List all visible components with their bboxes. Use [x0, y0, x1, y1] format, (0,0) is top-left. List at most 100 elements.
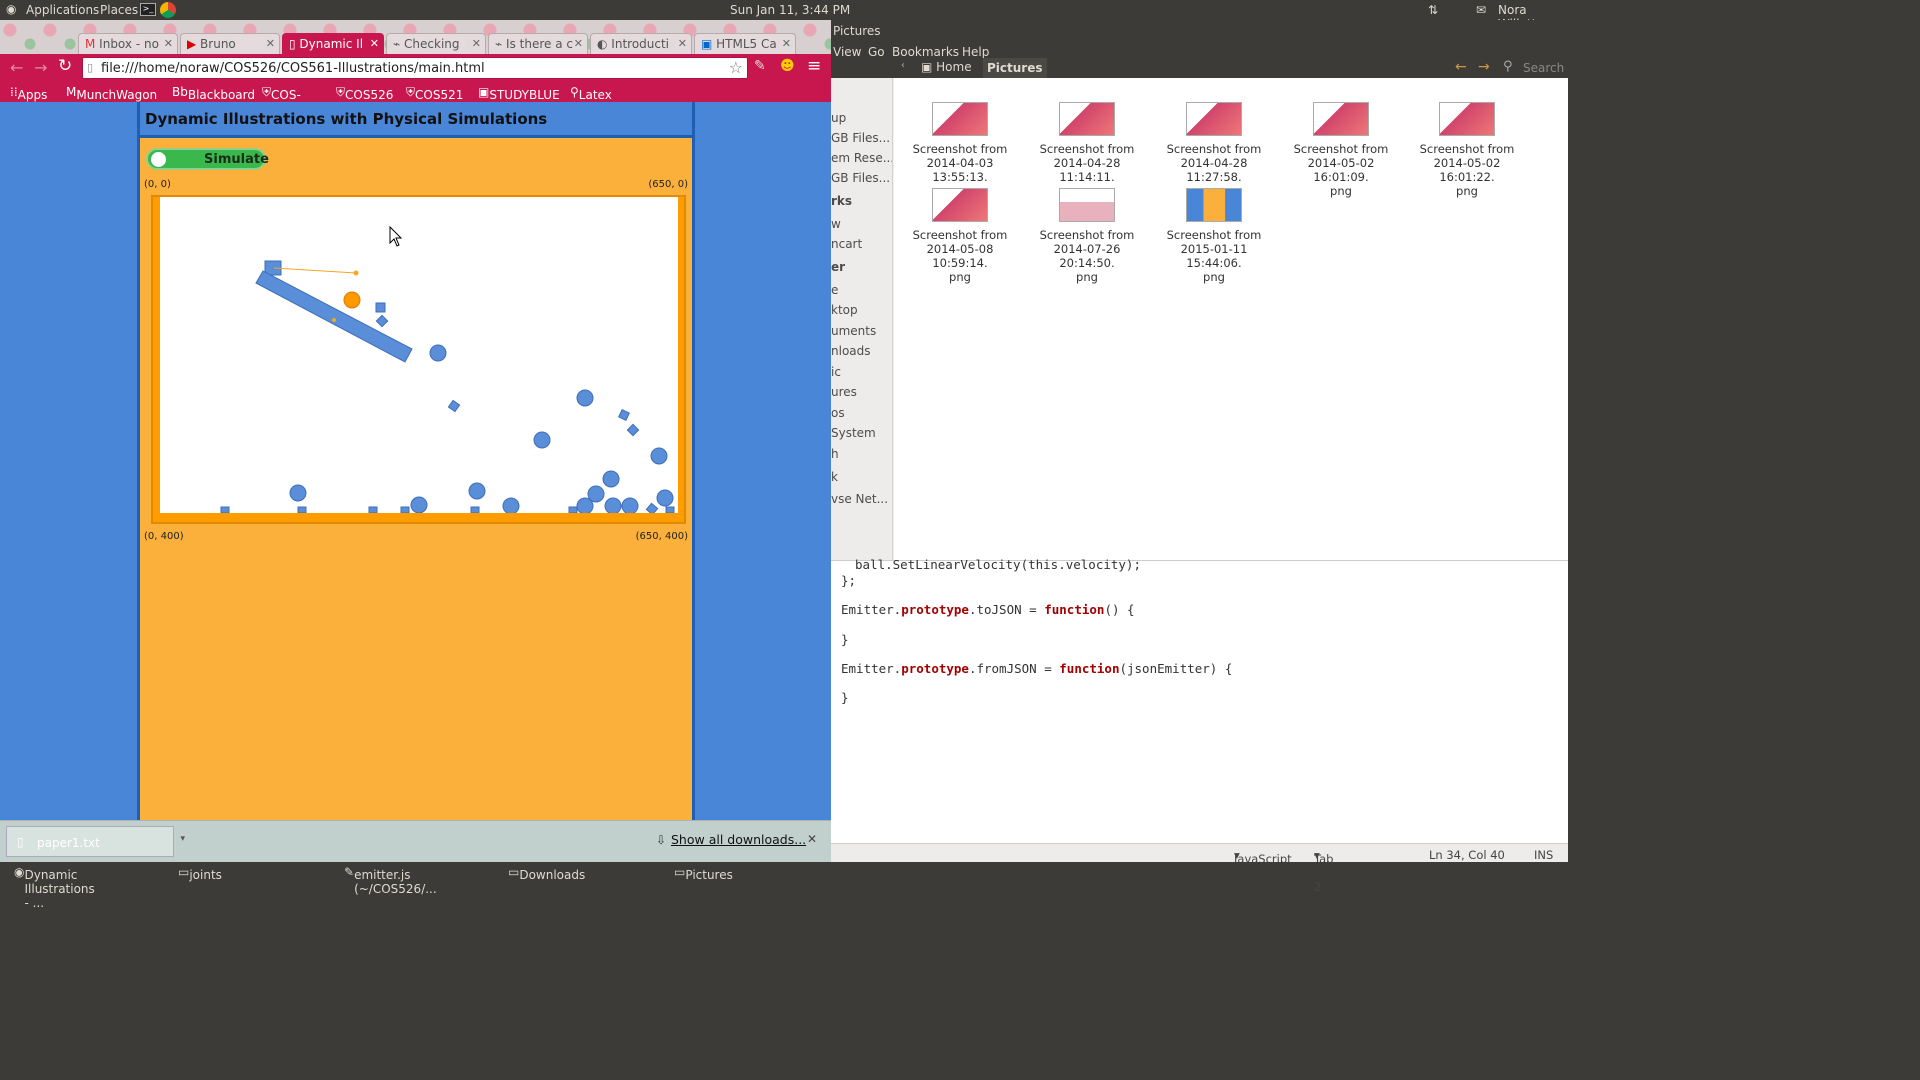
file-item[interactable]: Screenshot from 2014-05-08 10:59:14. png: [905, 188, 1015, 284]
file-item[interactable]: Screenshot from2014-04-28 11:14:11.png: [1032, 102, 1142, 198]
menu-help[interactable]: Help: [962, 45, 989, 59]
emitter-ball: [343, 291, 361, 309]
sidebar-item[interactable]: ures: [831, 385, 857, 399]
chevron-left-icon[interactable]: ‹: [901, 60, 905, 71]
sidebar-item[interactable]: em Rese...: [831, 151, 892, 165]
tab-is-there[interactable]: ⌁ Is there a c ✕: [488, 33, 588, 54]
code-editor[interactable]: ball.SetLinearVelocity(this.velocity); }…: [831, 557, 1568, 894]
reload-icon[interactable]: ↻: [58, 56, 72, 76]
language-selector[interactable]: JavaScript ▾: [1234, 848, 1292, 866]
bookmark-cos526[interactable]: ⛨ COS526: [336, 85, 393, 102]
messages-icon[interactable]: ✉: [1476, 3, 1486, 17]
extension-emoji-icon[interactable]: ☻: [780, 58, 795, 74]
toggle-knob[interactable]: [151, 152, 166, 167]
sidebar-item[interactable]: ktop: [831, 303, 858, 317]
search-icon[interactable]: ⚲: [1503, 59, 1513, 74]
terminal-icon[interactable]: >_: [140, 3, 156, 16]
bookmark-studyblue[interactable]: ▣ STUDYBLUE: [478, 85, 560, 102]
bookmark-apps[interactable]: ⁞⁞ Apps: [10, 85, 47, 102]
close-icon[interactable]: ✕: [782, 37, 791, 50]
tab-introduction[interactable]: ◐ Introducti ✕: [590, 33, 692, 54]
top-panel: ◉ Applications Places >_ Sun Jan 11, 3:4…: [0, 0, 1568, 31]
clock[interactable]: Sun Jan 11, 3:44 PM: [730, 3, 850, 17]
close-icon[interactable]: ✕: [472, 37, 481, 50]
address-bar[interactable]: ▯ file:///home/noraw/COS526/COS561-Illus…: [82, 57, 748, 79]
tab-dynamic-illustrations[interactable]: ▯ Dynamic Il ✕: [282, 33, 384, 54]
sidebar-item[interactable]: GB Files...: [831, 171, 890, 185]
file-item[interactable]: Screenshot from2014-04-03 13:55:13.png: [905, 102, 1015, 198]
image-thumbnail: [932, 102, 988, 136]
file-item[interactable]: Screenshot from 2014-05-02 16:01:22. png: [1412, 102, 1522, 198]
sidebar-item[interactable]: vse Net...: [831, 492, 888, 506]
path-bar: ‹ ▣ Home Pictures ← → ⚲ Search: [893, 58, 1568, 78]
close-icon[interactable]: ✕: [164, 37, 173, 50]
file-item[interactable]: Screenshot from 2014-07-26 20:14:50. png: [1032, 188, 1142, 284]
taskbar-item-downloads[interactable]: ▭ Downloads: [508, 865, 585, 882]
tab-html5[interactable]: ▣ HTML5 Ca ✕: [694, 33, 796, 54]
star-icon[interactable]: ☆: [729, 58, 743, 77]
taskbar-item-emitter[interactable]: ✎ emitter.js (~/COS526/...: [344, 865, 437, 896]
bookmark-cos521[interactable]: ⛨ COS521: [406, 85, 463, 102]
network-icon[interactable]: ⇅: [1428, 3, 1438, 17]
sidebar-item[interactable]: h: [831, 447, 839, 461]
menu-bookmarks[interactable]: Bookmarks: [892, 45, 959, 59]
taskbar-item-chrome[interactable]: ◉ Dynamic Illustrations - ...: [14, 865, 95, 910]
tab-width-selector[interactable]: Tab Width: 2 ▾: [1314, 848, 1351, 894]
file-item[interactable]: Screenshot from 2015-01-11 15:44:06. png: [1159, 188, 1269, 284]
extension-icon[interactable]: ✎: [754, 58, 766, 74]
bookmark-cos-561[interactable]: ⛨ COS-561: [262, 85, 301, 116]
file-item[interactable]: Screenshot from 2014-05-02 16:01:09. png: [1286, 102, 1396, 198]
ubuntu-logo-icon[interactable]: ◉: [6, 2, 16, 16]
nav-back-icon[interactable]: ←: [1455, 59, 1467, 75]
sidebar-item[interactable]: w: [831, 217, 841, 231]
sidebar-item[interactable]: os: [831, 406, 845, 420]
close-icon[interactable]: ✕: [370, 37, 379, 50]
nav-forward-icon[interactable]: →: [1478, 59, 1490, 75]
sidebar-item[interactable]: up: [831, 111, 846, 125]
sidebar-item[interactable]: nloads: [831, 344, 871, 358]
small-box: [375, 314, 389, 328]
ball: [289, 484, 307, 502]
bookmark-blackboard[interactable]: Bb Blackboard: [172, 85, 255, 102]
chrome-launcher-icon[interactable]: [160, 2, 176, 18]
small-box: [665, 506, 675, 514]
bookmark-munchwagon[interactable]: M MunchWagon: [66, 85, 157, 102]
tab-inbox[interactable]: M Inbox - no ✕: [78, 33, 178, 54]
sidebar-item[interactable]: GB Files...: [831, 131, 890, 145]
path-home[interactable]: ▣ Home: [921, 60, 979, 78]
close-icon[interactable]: ✕: [678, 37, 687, 50]
menu-view[interactable]: View: [833, 45, 861, 59]
sidebar-item[interactable]: k: [831, 470, 838, 484]
back-icon[interactable]: ←: [10, 58, 23, 77]
sidebar-item[interactable]: uments: [831, 324, 876, 338]
forward-icon[interactable]: →: [34, 58, 47, 77]
simulate-toggle[interactable]: Simulate: [146, 148, 269, 170]
close-icon[interactable]: ✕: [574, 37, 583, 50]
sidebar-item[interactable]: System: [831, 426, 876, 440]
file-item[interactable]: Screenshot from2014-04-28 11:27:58.png: [1159, 102, 1269, 198]
chevron-down-icon[interactable]: ▾: [180, 834, 185, 844]
places-menu[interactable]: Places: [100, 3, 138, 17]
taskbar-item-pictures[interactable]: ▭ Pictures: [674, 865, 733, 882]
sidebar-item[interactable]: e: [831, 283, 838, 297]
menu-icon[interactable]: ≡: [807, 56, 821, 76]
menu-go[interactable]: Go: [868, 45, 885, 59]
ball: [429, 344, 447, 362]
tab-checking[interactable]: ⌁ Checking ✕: [386, 33, 486, 54]
sidebar-item[interactable]: ncart: [831, 237, 862, 251]
close-icon[interactable]: ✕: [807, 832, 817, 846]
bookmark-latex[interactable]: ⚲ Latex: [570, 85, 612, 102]
close-icon[interactable]: ✕: [266, 37, 275, 50]
search-input[interactable]: Search: [1523, 61, 1564, 75]
ball: [576, 389, 594, 407]
simulation-canvas[interactable]: [160, 197, 678, 516]
code-line: ball.SetLinearVelocity(this.velocity);: [855, 557, 1141, 572]
applications-menu[interactable]: Applications: [26, 3, 99, 17]
sidebar-item[interactable]: ic: [831, 365, 841, 379]
download-item[interactable]: ▯ paper1.txt ▾: [6, 826, 185, 857]
tab-bruno[interactable]: ▶ Bruno ✕: [180, 33, 280, 54]
taskbar-item-joints[interactable]: ▭ joints: [178, 865, 222, 882]
show-all-downloads-link[interactable]: Show all downloads...: [671, 832, 806, 847]
path-pictures[interactable]: Pictures: [983, 58, 1047, 78]
code-line: Emitter.prototype.fromJSON = function(js…: [841, 661, 1233, 676]
